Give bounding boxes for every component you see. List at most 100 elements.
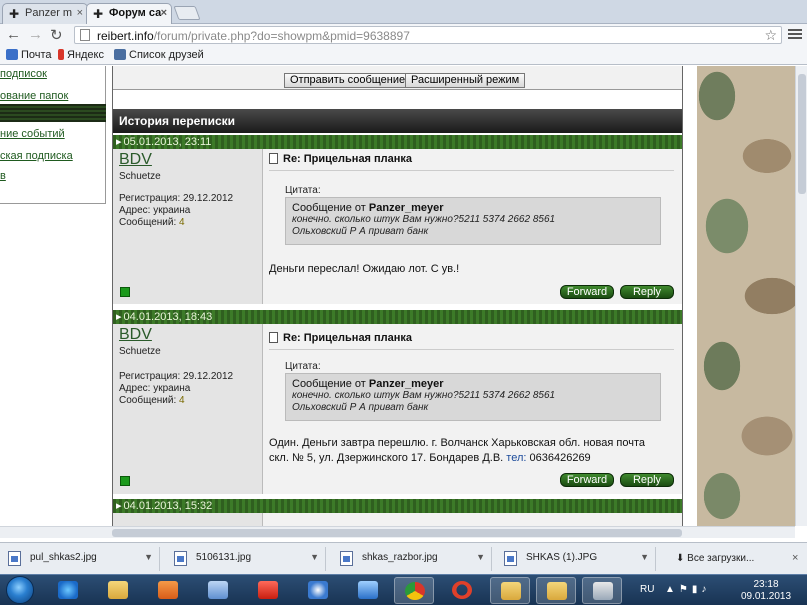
tab-panzer[interactable]: ✚ Panzer m × <box>2 3 88 24</box>
reply-button[interactable]: Reply <box>620 285 674 299</box>
page-icon <box>80 29 90 41</box>
divider <box>269 349 674 350</box>
tray-icons[interactable]: ▲⚑▮♪ <box>665 584 710 595</box>
reply-button[interactable]: Reply <box>620 473 674 487</box>
bookmark-yandex[interactable]: Яндекс <box>58 49 104 61</box>
taskbar-app-paint[interactable] <box>582 577 622 604</box>
nav-link-subscriptions[interactable]: подписок <box>0 68 47 80</box>
download-item[interactable]: SHKAS (1).JPG ▼ <box>496 547 656 571</box>
post-author-panel <box>113 513 263 526</box>
back-arrow-icon[interactable]: ← <box>6 26 21 43</box>
taskbar-app-folder[interactable] <box>490 577 530 604</box>
chevron-down-icon[interactable]: ▼ <box>476 552 485 562</box>
browser-tab-strip: ✚ Panzer m × ✚ Форум са × <box>0 0 807 24</box>
bookmark-friends[interactable]: Список друзей <box>114 49 204 61</box>
user-name-link[interactable]: BDV <box>119 326 152 344</box>
language-indicator[interactable]: RU <box>640 584 654 595</box>
taskbar-app-folder-2[interactable] <box>536 577 576 604</box>
network-icon[interactable]: ▮ <box>692 584 702 595</box>
taskbar-app-explorer[interactable] <box>98 577 138 604</box>
post-text: Один. Деньги завтра перешлю. г. Волчанск… <box>269 437 645 449</box>
folder-icon <box>501 582 521 600</box>
new-tab-button[interactable] <box>173 6 201 20</box>
post-date-bar: ▸ 05.01.2013, 23:11 <box>113 135 682 149</box>
vertical-scrollbar[interactable] <box>795 66 807 526</box>
start-button[interactable] <box>6 576 34 604</box>
quote-box: Сообщение от Panzer_meyer конечно. сколь… <box>285 373 661 421</box>
nav-link-events[interactable]: ние событий <box>0 128 65 140</box>
scrollbar-thumb[interactable] <box>112 529 682 537</box>
forward-arrow-icon[interactable]: → <box>28 26 43 43</box>
bookmark-mail[interactable]: Почта <box>6 49 52 61</box>
taskbar-app-media[interactable] <box>148 577 188 604</box>
chevron-down-icon[interactable]: ▼ <box>144 552 153 562</box>
download-item[interactable]: pul_shkas2.jpg ▼ <box>0 547 160 571</box>
mail-icon <box>208 581 228 599</box>
chevron-up-icon[interactable]: ▲ <box>665 584 679 595</box>
bookmark-star-icon[interactable]: ☆ <box>764 27 777 44</box>
address-bar[interactable]: reibert.info/forum/private.php?do=showpm… <box>74 26 782 44</box>
opera-icon <box>452 581 472 599</box>
post-body: Re: Прицельная планка Цитата: Сообщение … <box>263 324 682 494</box>
taskbar-app-chrome[interactable] <box>394 577 434 604</box>
image-file-icon <box>340 551 353 566</box>
quote-label: Цитата: <box>285 185 321 196</box>
flag-icon[interactable]: ⚑ <box>679 584 692 595</box>
nav-link-subscription[interactable]: ская подписка <box>0 150 73 162</box>
taskbar-app-ie[interactable] <box>48 577 88 604</box>
chrome-icon <box>405 582 425 600</box>
clock[interactable]: 23:18 09.01.2013 <box>740 579 792 603</box>
download-item[interactable]: 5106131.jpg ▼ <box>166 547 326 571</box>
quote-label: Цитата: <box>285 361 321 372</box>
folder-icon <box>547 582 567 600</box>
nav-link-folders[interactable]: ование папок <box>0 90 68 102</box>
horizontal-scrollbar[interactable] <box>0 526 795 538</box>
url-text: reibert.info/forum/private.php?do=showpm… <box>97 29 410 43</box>
tab-forum[interactable]: ✚ Форум са × <box>86 3 172 24</box>
quote-text-line: конечно. сколько штук Вам нужно?5211 537… <box>292 390 556 401</box>
forward-button[interactable]: Forward <box>560 473 614 487</box>
user-rank: Schuetze <box>119 346 161 357</box>
close-icon[interactable]: × <box>77 7 83 19</box>
close-icon[interactable]: × <box>161 7 167 19</box>
mail-icon <box>6 49 18 60</box>
user-address: Адрес: украина <box>119 383 191 394</box>
post-title: Re: Прицельная планка <box>269 332 412 344</box>
nav-link-misc[interactable]: в <box>0 170 6 182</box>
taskbar-app-mailagent[interactable] <box>298 577 338 604</box>
post-date-bar: ▸ 04.01.2013, 15:32 <box>113 499 682 513</box>
advanced-mode-button[interactable]: Расширенный режим <box>405 73 526 88</box>
send-message-button[interactable]: Отправить сообщение <box>284 73 412 88</box>
online-status-icon <box>120 476 130 486</box>
post-text: скл. № 5, ул. Дзержинского 17. Бондарев … <box>269 452 591 464</box>
chrome-menu-icon[interactable] <box>788 27 802 41</box>
taskbar-app-opera[interactable] <box>442 577 482 604</box>
scrollbar-thumb[interactable] <box>798 74 806 194</box>
post-author-panel: BDV Schuetze Регистрация: 29.12.2012 Адр… <box>113 149 263 304</box>
reload-icon[interactable]: ↻ <box>50 26 63 44</box>
post: BDV Schuetze Регистрация: 29.12.2012 Адр… <box>113 149 682 304</box>
taskbar-app-yandex[interactable] <box>248 577 288 604</box>
quote-text-line: конечно. сколько штук Вам нужно?5211 537… <box>292 214 556 225</box>
user-registration: Регистрация: 29.12.2012 <box>119 193 234 204</box>
user-messages: Сообщений: 4 <box>119 217 185 228</box>
chevron-down-icon[interactable]: ▼ <box>310 552 319 562</box>
paint-icon <box>593 582 613 600</box>
post <box>113 513 682 526</box>
show-all-downloads-link[interactable]: ⬇ Все загрузки... <box>676 553 754 564</box>
download-item[interactable]: shkas_razbor.jpg ▼ <box>332 547 492 571</box>
volume-icon[interactable]: ♪ <box>701 584 710 595</box>
forward-button[interactable]: Forward <box>560 285 614 299</box>
arrow-icon: ▸ <box>116 311 122 323</box>
divider <box>269 170 674 171</box>
taskbar-app-mail[interactable] <box>198 577 238 604</box>
tab-label: Panzer m <box>25 7 73 19</box>
chevron-down-icon[interactable]: ▼ <box>640 552 649 562</box>
taskbar-app-audio[interactable] <box>348 577 388 604</box>
yandex-icon <box>258 581 278 599</box>
post-body: Re: Прицельная планка Цитата: Сообщение … <box>263 149 682 304</box>
user-name-link[interactable]: BDV <box>119 151 152 169</box>
quote-box: Сообщение от Panzer_meyer конечно. сколь… <box>285 197 661 245</box>
arrow-icon: ▸ <box>116 136 122 148</box>
close-icon[interactable]: × <box>792 552 798 564</box>
